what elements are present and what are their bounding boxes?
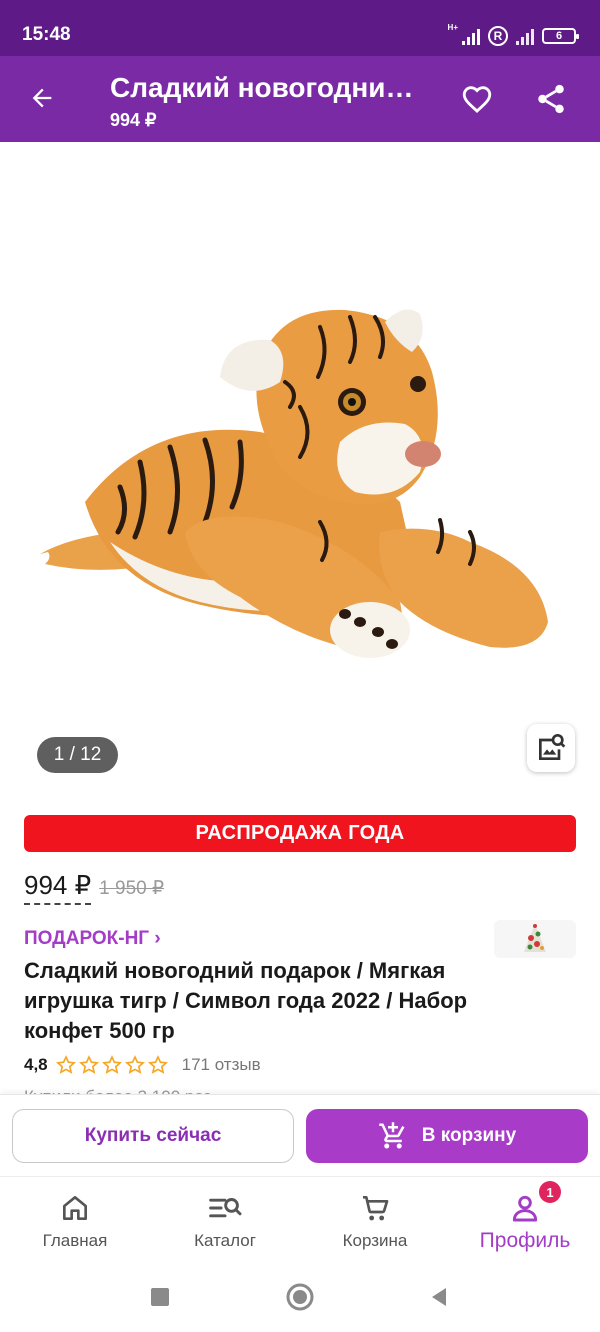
add-to-cart-label: В корзину bbox=[421, 1125, 517, 1146]
nav-item-cart[interactable]: Корзина bbox=[300, 1177, 450, 1263]
favorite-button[interactable] bbox=[456, 78, 498, 120]
home-icon-wrap bbox=[59, 1191, 91, 1225]
star-icon bbox=[124, 1055, 145, 1074]
profile-icon bbox=[512, 1195, 538, 1222]
catalog-search-icon bbox=[209, 1198, 242, 1218]
nav-label-profile: Профиль bbox=[479, 1229, 571, 1252]
system-nav-bar bbox=[0, 1262, 600, 1332]
app-price: 994 ₽ bbox=[110, 110, 157, 130]
photo-counter: 1 / 12 bbox=[37, 737, 118, 773]
profile-icon-wrap: 1 bbox=[509, 1181, 561, 1225]
buy-now-button[interactable]: Купить сейчас bbox=[12, 1109, 294, 1163]
star-icon bbox=[78, 1055, 99, 1074]
battery-icon: 6 bbox=[542, 28, 579, 44]
square-icon bbox=[151, 1288, 169, 1306]
rating-stars bbox=[55, 1055, 168, 1075]
share-button[interactable] bbox=[530, 78, 572, 120]
nav-item-catalog[interactable]: Каталог bbox=[150, 1177, 300, 1263]
star-icon bbox=[101, 1055, 122, 1074]
brand-link[interactable]: ПОДАРОК-НГ › bbox=[24, 928, 161, 950]
rating-value: 4,8 bbox=[24, 1055, 48, 1074]
triangle-back-icon bbox=[432, 1288, 446, 1306]
cart-icon-wrap bbox=[359, 1191, 391, 1225]
roaming-icon: R bbox=[488, 26, 508, 46]
nav-item-profile[interactable]: 1 Профиль bbox=[450, 1177, 600, 1263]
image-search-button[interactable] bbox=[527, 724, 575, 772]
nav-label-catalog: Каталог bbox=[194, 1231, 256, 1250]
signal-icon-2 bbox=[516, 27, 534, 45]
heart-icon bbox=[462, 86, 492, 113]
bottom-nav: Главная Каталог Корзина 1 Профиль bbox=[0, 1176, 600, 1262]
add-to-cart-button[interactable]: В корзину bbox=[306, 1109, 588, 1163]
star-icon bbox=[147, 1055, 168, 1074]
action-bar: Купить сейчас В корзину bbox=[0, 1094, 600, 1176]
nav-item-home[interactable]: Главная bbox=[0, 1177, 150, 1263]
profile-badge: 1 bbox=[539, 1181, 561, 1203]
back-button[interactable] bbox=[22, 78, 62, 118]
brand-logo[interactable] bbox=[494, 920, 576, 958]
product-image bbox=[39, 309, 548, 658]
price-row: 994 ₽ 1 950 ₽ bbox=[24, 870, 164, 906]
product-gallery[interactable]: 1 / 12 bbox=[0, 142, 600, 792]
home-system-button[interactable] bbox=[285, 1282, 315, 1312]
circle-icon bbox=[286, 1283, 314, 1311]
home-icon bbox=[62, 1196, 87, 1220]
app-title: Сладкий новогодний подарок bbox=[110, 72, 428, 103]
price-old: 1 950 ₽ bbox=[99, 878, 165, 899]
share-icon bbox=[538, 84, 564, 114]
status-time: 15:48 bbox=[22, 24, 71, 45]
catalog-icon-wrap bbox=[208, 1191, 242, 1225]
price-current[interactable]: 994 ₽ bbox=[24, 870, 92, 905]
nav-label-home: Главная bbox=[42, 1231, 108, 1250]
app-bar: Сладкий новогодний подарок 994 ₽ bbox=[0, 56, 600, 142]
cart-icon bbox=[363, 1196, 389, 1221]
image-search-icon bbox=[539, 734, 566, 760]
reviews-count[interactable]: 171 отзыв bbox=[182, 1055, 261, 1075]
sale-banner[interactable]: РАСПРОДАЖА ГОДА bbox=[24, 815, 576, 852]
recents-button[interactable] bbox=[145, 1282, 175, 1312]
network-type-label: H+ bbox=[447, 23, 458, 32]
back-arrow-icon bbox=[32, 88, 52, 108]
gift-box-icon bbox=[524, 924, 546, 952]
back-system-button[interactable] bbox=[424, 1282, 454, 1312]
nav-label-cart: Корзина bbox=[342, 1231, 408, 1250]
product-title: Сладкий новогодний подарок / Мягкая игру… bbox=[24, 958, 468, 1043]
add-to-cart-icon bbox=[379, 1122, 405, 1149]
rating-row[interactable]: 4,8 171 отзыв bbox=[24, 1052, 261, 1078]
signal-icon bbox=[462, 27, 480, 45]
star-icon bbox=[55, 1055, 76, 1074]
status-indicators: H+ R 6 bbox=[447, 23, 579, 48]
status-bar: 15:48 H+ R 6 bbox=[0, 0, 600, 56]
